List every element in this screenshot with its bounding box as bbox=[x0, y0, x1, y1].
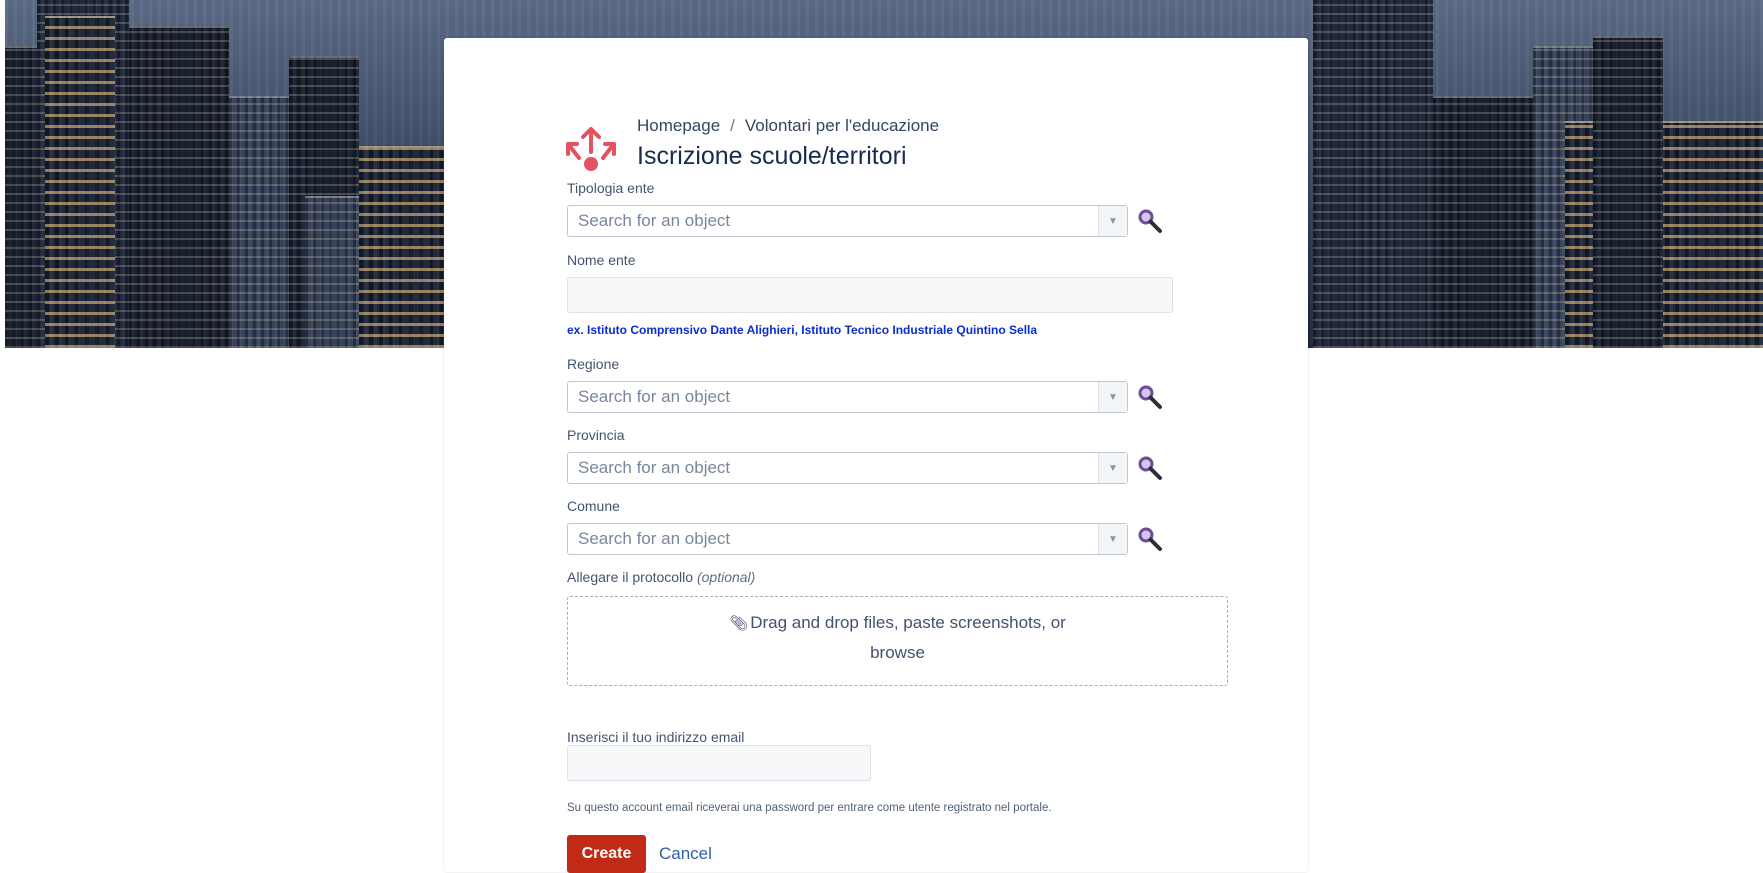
regione-input[interactable] bbox=[568, 382, 1108, 412]
cancel-button[interactable]: Cancel bbox=[659, 835, 712, 873]
magnifier-icon[interactable] bbox=[1136, 383, 1164, 411]
allegato-label-text: Allegare il protocollo bbox=[567, 569, 694, 585]
request-form-card: Homepage / Volontari per l'educazione Iscr… bbox=[444, 38, 1308, 873]
magnifier-icon[interactable] bbox=[1136, 525, 1164, 553]
magnifier-icon[interactable] bbox=[1136, 207, 1164, 235]
nome-ente-input[interactable] bbox=[568, 278, 1172, 312]
comune-input[interactable] bbox=[568, 524, 1108, 554]
create-button[interactable]: Create bbox=[567, 835, 646, 873]
email-hint: Su questo account email riceverai una pa… bbox=[567, 802, 1052, 814]
comune-select[interactable]: ▼ bbox=[567, 523, 1128, 555]
email-field[interactable] bbox=[567, 745, 871, 781]
request-type-icon bbox=[566, 127, 616, 171]
regione-label: Regione bbox=[567, 356, 620, 372]
triangle-down-icon[interactable]: ▼ bbox=[1098, 382, 1127, 412]
comune-label: Comune bbox=[567, 498, 620, 514]
breadcrumb: Homepage / Volontari per l'educazione bbox=[637, 116, 939, 136]
nome-ente-hint: ex. Istituto Comprensivo Dante Alighieri… bbox=[567, 323, 1038, 337]
breadcrumb-homepage-link[interactable]: Homepage bbox=[637, 116, 720, 135]
triangle-down-icon[interactable]: ▼ bbox=[1098, 524, 1127, 554]
allegato-label: Allegare il protocollo (optional) bbox=[567, 569, 755, 585]
breadcrumb-separator: / bbox=[730, 116, 735, 135]
provincia-label: Provincia bbox=[567, 427, 625, 443]
email-input[interactable] bbox=[568, 746, 870, 780]
paperclip-icon: 📎︎ bbox=[729, 615, 749, 632]
triangle-down-icon[interactable]: ▼ bbox=[1098, 206, 1127, 236]
nome-ente-label: Nome ente bbox=[567, 252, 636, 268]
file-dropzone[interactable]: 📎︎ Drag and drop files, paste screenshots… bbox=[567, 596, 1228, 686]
optional-tag: (optional) bbox=[696, 569, 756, 585]
tipologia-ente-input[interactable] bbox=[568, 206, 1108, 236]
breadcrumb-section-link[interactable]: Volontari per l'educazione bbox=[745, 116, 939, 135]
email-label: Inserisci il tuo indirizzo email bbox=[567, 729, 745, 745]
page-title: Iscrizione scuole/territori bbox=[637, 142, 907, 170]
dropzone-line: 📎︎ Drag and drop files, paste screenshots… bbox=[568, 613, 1227, 633]
triangle-down-icon[interactable]: ▼ bbox=[1098, 453, 1127, 483]
provincia-select[interactable]: ▼ bbox=[567, 452, 1128, 484]
provincia-input[interactable] bbox=[568, 453, 1108, 483]
tipologia-ente-label: Tipologia ente bbox=[567, 180, 655, 196]
nome-ente-field[interactable] bbox=[567, 277, 1173, 313]
regione-select[interactable]: ▼ bbox=[567, 381, 1128, 413]
browse-link[interactable]: browse bbox=[568, 643, 1227, 663]
magnifier-icon[interactable] bbox=[1136, 454, 1164, 482]
dropzone-text: Drag and drop files, paste screenshots, … bbox=[750, 613, 1066, 632]
tipologia-ente-select[interactable]: ▼ bbox=[567, 205, 1128, 237]
